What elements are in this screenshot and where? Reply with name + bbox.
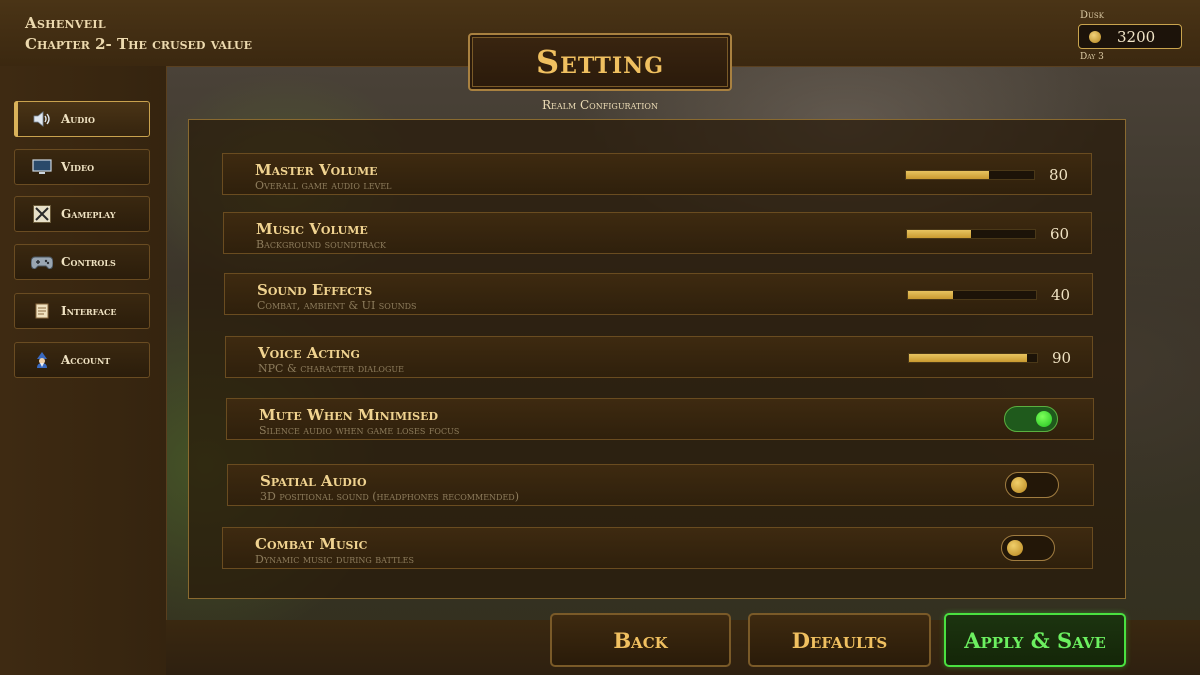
combat-music-toggle[interactable] <box>1001 535 1055 561</box>
crossed-swords-icon <box>31 205 53 223</box>
setting-description: 3D positional sound (headphones recommen… <box>260 490 519 503</box>
setting-description: NPC & character dialogue <box>258 362 404 375</box>
setting-mute-when-minimised: Mute When Minimised Silence audio when g… <box>226 398 1094 440</box>
slider-fill <box>906 171 990 179</box>
wizard-icon <box>31 351 53 369</box>
master-volume-slider[interactable] <box>905 170 1035 180</box>
setting-voice-acting: Voice Acting NPC & character dialogue 90 <box>225 336 1093 378</box>
setting-master-volume: Master Volume Overall game audio level 8… <box>222 153 1092 195</box>
sidebar-item-label: Video <box>61 160 95 174</box>
spatial-audio-toggle[interactable] <box>1005 472 1059 498</box>
sidebar-item-label: Interface <box>61 304 117 318</box>
sidebar-item-video[interactable]: Video <box>14 149 150 185</box>
gamepad-icon <box>31 253 53 271</box>
back-button[interactable]: Back <box>550 613 731 667</box>
voice-acting-slider[interactable] <box>908 353 1038 363</box>
gold-counter: 3200 <box>1078 24 1182 49</box>
gold-value: 3200 <box>1117 28 1156 46</box>
sidebar-item-label: Audio <box>61 112 95 126</box>
page-title: Setting <box>535 43 665 81</box>
sidebar-item-gameplay[interactable]: Gameplay <box>14 196 150 232</box>
setting-description: Dynamic music during battles <box>255 553 414 566</box>
sidebar-item-label: Controls <box>61 255 116 269</box>
chapter-title: Chapter 2- The crused value <box>25 35 253 53</box>
setting-combat-music: Combat Music Dynamic music during battle… <box>222 527 1093 569</box>
setting-spatial-audio: Spatial Audio 3D positional sound (headp… <box>227 464 1094 506</box>
time-of-day: Dusk <box>1080 10 1104 21</box>
sound-effects-value: 40 <box>1051 286 1071 304</box>
sidebar-item-label: Account <box>61 353 111 367</box>
sidebar-item-audio[interactable]: Audio <box>14 101 150 137</box>
setting-description: Combat, ambient & UI sounds <box>257 299 417 312</box>
slider-fill <box>908 291 953 299</box>
toggle-knob <box>1007 540 1023 556</box>
toggle-knob <box>1036 411 1052 427</box>
sidebar-item-account[interactable]: Account <box>14 342 150 378</box>
game-title: Ashenveil <box>25 14 106 32</box>
setting-sound-effects: Sound Effects Combat, ambient & UI sound… <box>224 273 1093 315</box>
voice-acting-value: 90 <box>1052 349 1072 367</box>
setting-title: Music Volume <box>256 220 368 238</box>
setting-title: Spatial Audio <box>260 472 367 490</box>
apply-save-button[interactable]: Apply & Save <box>944 613 1126 667</box>
music-volume-value: 60 <box>1050 225 1070 243</box>
setting-description: Overall game audio level <box>255 179 392 192</box>
music-volume-slider[interactable] <box>906 229 1036 239</box>
speaker-icon <box>31 110 53 128</box>
coin-icon <box>1089 31 1101 43</box>
master-volume-value: 80 <box>1049 166 1069 184</box>
slider-fill <box>909 354 1027 362</box>
sidebar-item-interface[interactable]: Interface <box>14 293 150 329</box>
setting-description: Background soundtrack <box>256 238 387 251</box>
mute-when-minimised-toggle[interactable] <box>1004 406 1058 432</box>
sound-effects-slider[interactable] <box>907 290 1037 300</box>
title-plate: Setting <box>468 33 732 91</box>
setting-title: Sound Effects <box>257 281 373 299</box>
setting-title: Mute When Minimised <box>259 406 439 424</box>
sidebar-item-label: Gameplay <box>61 207 116 221</box>
defaults-button[interactable]: Defaults <box>748 613 931 667</box>
scroll-icon <box>31 302 53 320</box>
slider-fill <box>907 230 971 238</box>
setting-music-volume: Music Volume Background soundtrack 60 <box>223 212 1092 254</box>
setting-title: Combat Music <box>255 535 368 553</box>
toggle-knob <box>1011 477 1027 493</box>
setting-title: Voice Acting <box>258 344 360 362</box>
setting-description: Silence audio when game loses focus <box>259 424 460 437</box>
page-subtitle: Realm Configuration <box>542 98 658 112</box>
sidebar-item-controls[interactable]: Controls <box>14 244 150 280</box>
day-counter: Day 3 <box>1080 52 1104 62</box>
setting-title: Master Volume <box>255 161 378 179</box>
monitor-icon <box>31 158 53 176</box>
